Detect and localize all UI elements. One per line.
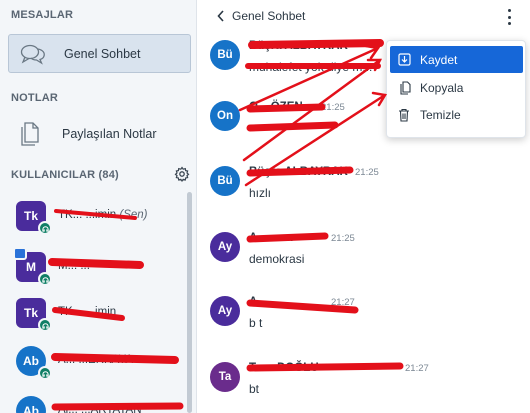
chat-title[interactable]: Genel Sohbet bbox=[232, 9, 305, 23]
message-time: 21:27 bbox=[405, 363, 429, 374]
copy-icon bbox=[396, 80, 412, 95]
message-sender: T... ...DOĞLU bbox=[249, 362, 319, 374]
message-time: 21:25 bbox=[321, 102, 345, 113]
trash-icon bbox=[396, 108, 412, 122]
more-options-icon[interactable] bbox=[503, 7, 515, 27]
chat-options-menu: Kaydet Kopyala Temizle bbox=[386, 40, 526, 138]
user-name: M... ... bbox=[58, 260, 90, 272]
user-list-scrollbar[interactable] bbox=[187, 192, 192, 413]
notes-section-title: NOTLAR bbox=[11, 92, 59, 104]
sidebar-item-shared-notes[interactable]: Paylaşılan Notlar bbox=[8, 115, 191, 153]
avatar: Ta bbox=[210, 362, 240, 392]
message-text: b t bbox=[249, 316, 263, 330]
chat-bubbles-icon bbox=[20, 43, 50, 65]
menu-item-save[interactable]: Kaydet bbox=[390, 46, 523, 73]
message-sender: O... ÖZEN bbox=[249, 101, 303, 113]
save-icon bbox=[396, 53, 412, 66]
user-name: TK... ...imin (Sen) bbox=[58, 209, 148, 221]
menu-item-save-label: Kaydet bbox=[420, 52, 458, 67]
listen-only-icon bbox=[38, 366, 52, 380]
gear-icon[interactable] bbox=[174, 166, 190, 183]
users-section-title: KULLANICILAR (84) bbox=[11, 169, 119, 181]
sidebar-item-public-chat-label: Genel Sohbet bbox=[64, 46, 141, 61]
sidebar-item-shared-notes-label: Paylaşılan Notlar bbox=[62, 127, 157, 141]
notes-icon bbox=[18, 121, 48, 147]
avatar: On bbox=[210, 101, 240, 131]
user-list-item[interactable]: Tk TK... ...imin bbox=[16, 298, 186, 332]
message-text: demokrasi bbox=[249, 252, 305, 266]
avatar: Ab bbox=[16, 396, 46, 413]
user-list-item[interactable]: Tk TK... ...imin (Sen) bbox=[16, 201, 186, 235]
redaction-scribble bbox=[246, 121, 339, 132]
user-name: TK... ...imin bbox=[58, 306, 117, 318]
message-time: 21:25 bbox=[331, 233, 355, 244]
message-sender: Büşra ALBAYRAK bbox=[249, 166, 348, 178]
listen-only-icon bbox=[38, 221, 52, 235]
chat-header: Genel Sohbet bbox=[198, 0, 530, 32]
menu-item-copy-label: Kopyala bbox=[420, 80, 464, 95]
listen-only-icon bbox=[38, 272, 52, 286]
message-time: 21:27 bbox=[331, 297, 355, 308]
message-sender: A... ...ca bbox=[249, 232, 293, 244]
user-name: Al... ...ARTATAN bbox=[58, 404, 142, 413]
message-sender: Büşra ALBAYRAK bbox=[249, 40, 348, 52]
sidebar: MESAJLAR Genel Sohbet NOTLAR Paylaşılan … bbox=[0, 0, 197, 413]
message-text: bt bbox=[249, 382, 260, 396]
avatar: Ay bbox=[210, 296, 240, 326]
messages-section-title: MESAJLAR bbox=[11, 9, 74, 21]
message-text: muhalefet yok diye m... bbox=[249, 60, 373, 74]
user-name: A... ...ERKAYA bbox=[58, 354, 133, 366]
menu-item-copy[interactable]: Kopyala bbox=[390, 74, 523, 101]
user-list-item[interactable]: Ab Al... ...ARTATAN bbox=[16, 396, 186, 413]
message-time: 21:25 bbox=[355, 167, 379, 178]
menu-item-clear[interactable]: Temizle bbox=[390, 101, 523, 128]
avatar: Bü bbox=[210, 166, 240, 196]
avatar: Bü bbox=[210, 40, 240, 70]
message-text: hızlı bbox=[249, 186, 272, 200]
message-sender: A... ... bbox=[249, 296, 280, 308]
chevron-left-icon[interactable] bbox=[216, 9, 226, 23]
avatar: Ay bbox=[210, 232, 240, 262]
user-list-item[interactable]: Ab A... ...ERKAYA bbox=[16, 346, 186, 380]
presenter-icon bbox=[13, 247, 27, 260]
listen-only-icon bbox=[38, 318, 52, 332]
menu-item-clear-label: Temizle bbox=[420, 107, 461, 122]
sidebar-item-public-chat[interactable]: Genel Sohbet bbox=[8, 34, 191, 73]
user-list-item[interactable]: M M... ... bbox=[13, 247, 186, 286]
